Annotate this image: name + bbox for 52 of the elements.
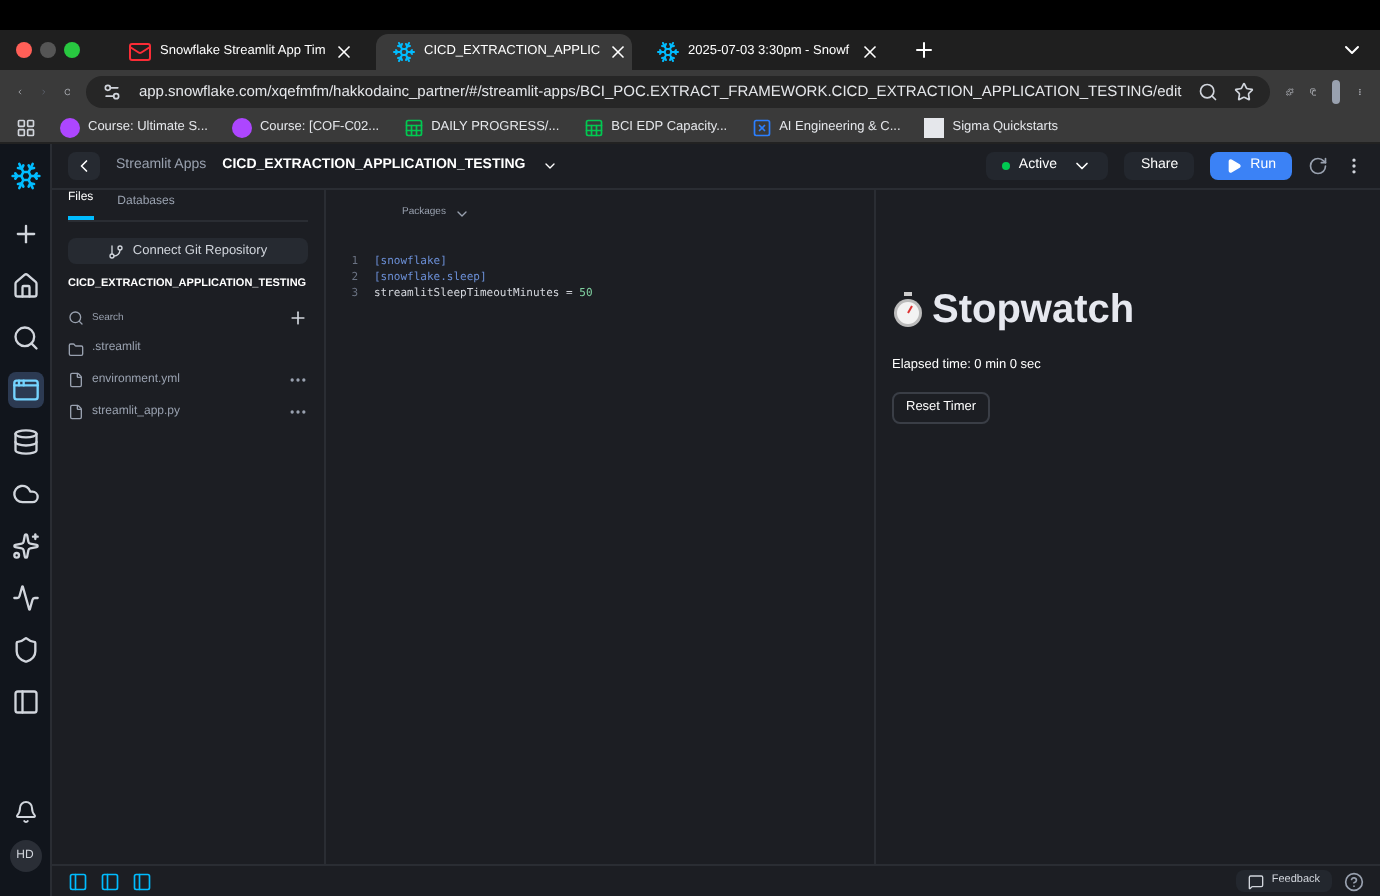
close-icon[interactable]: [608, 42, 629, 62]
nav-item[interactable]: [7, 580, 43, 616]
activity-icon: [11, 584, 39, 612]
sheet-icon: [403, 117, 424, 137]
course-icon: [60, 117, 80, 137]
search-icon[interactable]: [1197, 81, 1218, 101]
new-tab-icon[interactable]: [912, 38, 936, 62]
add-file-icon[interactable]: [288, 308, 308, 329]
app-heading: Stopwatch: [932, 286, 1135, 336]
refresh-icon[interactable]: [1308, 156, 1328, 176]
site-settings-icon[interactable]: [102, 81, 123, 101]
git-icon: [108, 243, 125, 259]
stopwatch-icon: [892, 292, 924, 328]
close-icon[interactable]: [333, 42, 354, 62]
toggle-left-panel-icon[interactable]: [68, 871, 88, 891]
bell-icon[interactable]: [13, 800, 37, 824]
database-icon: [11, 428, 39, 456]
search-icon: [11, 324, 39, 352]
sigma-logo-icon: [924, 117, 945, 137]
cloud-icon: [11, 480, 39, 508]
file-icon: [68, 404, 84, 421]
help-icon[interactable]: [1344, 871, 1364, 891]
caret-icon[interactable]: [541, 158, 558, 174]
feedback-icon: [1247, 873, 1264, 889]
nav-item[interactable]: [7, 372, 43, 408]
folder-icon: [68, 341, 84, 358]
nav-item[interactable]: [7, 528, 43, 564]
board-icon: [751, 117, 772, 137]
sparkle-icon: [11, 532, 39, 560]
search-icon: [68, 310, 84, 327]
caret-icon: [453, 206, 470, 222]
panel-icon: [11, 688, 39, 716]
toggle-editor-icon[interactable]: [100, 871, 120, 891]
play-icon: [1226, 158, 1243, 174]
snowflake-icon: [392, 40, 416, 64]
shield-icon: [11, 636, 39, 664]
back-button[interactable]: [68, 152, 100, 180]
app-icon: [11, 376, 39, 404]
course-icon: [231, 117, 252, 137]
snowflake-logo-icon[interactable]: [9, 160, 41, 192]
apps-icon[interactable]: [16, 117, 36, 137]
snowflake-icon: [656, 40, 680, 64]
toggle-preview-icon[interactable]: [132, 871, 152, 891]
star-icon[interactable]: [1233, 81, 1254, 101]
sheet-icon: [583, 117, 604, 137]
close-window-icon[interactable]: [16, 42, 32, 58]
mail-icon: [128, 40, 152, 64]
maximize-window-icon[interactable]: [64, 42, 80, 58]
plus-icon: [11, 220, 39, 248]
file-icon: [68, 372, 84, 389]
home-icon: [11, 272, 39, 300]
close-icon[interactable]: [860, 42, 880, 62]
